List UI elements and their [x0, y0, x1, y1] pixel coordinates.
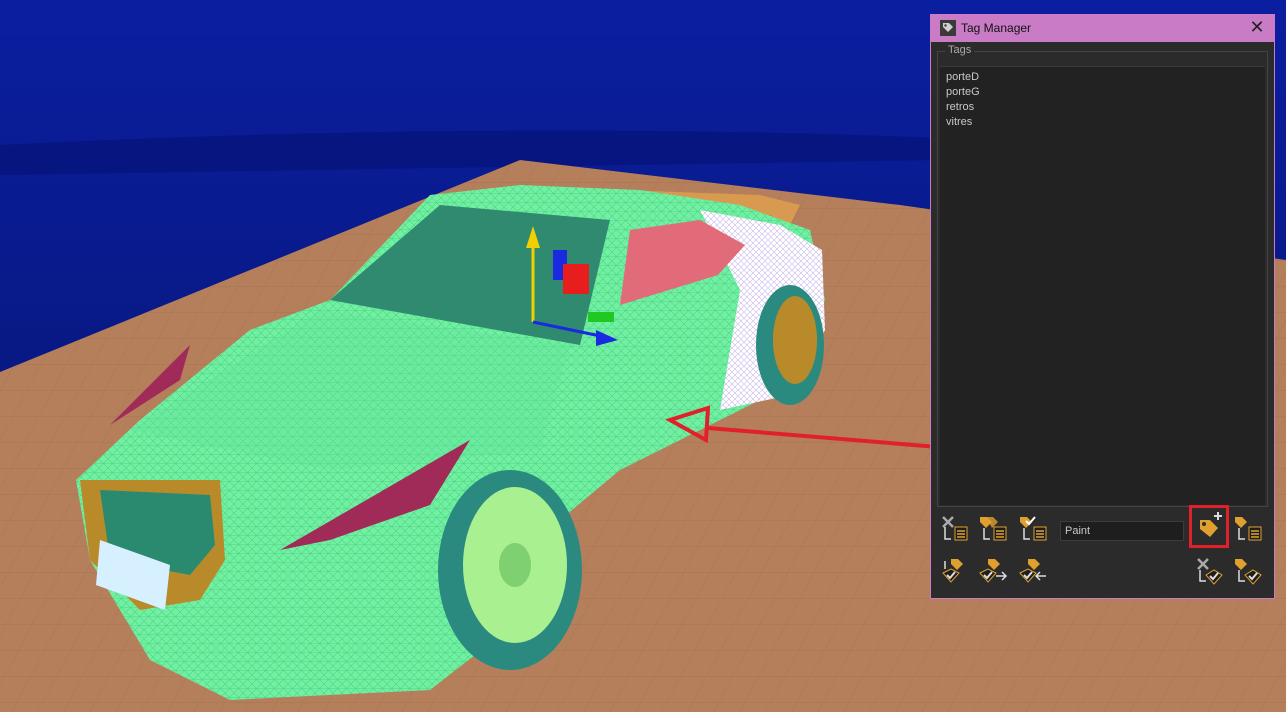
- list-item[interactable]: vitres: [946, 115, 972, 130]
- close-button[interactable]: ✕: [1246, 17, 1268, 39]
- tag-icon: [940, 20, 956, 36]
- tags-list-icon: [980, 517, 1007, 541]
- tags-group: Tags porteD porteG retros vitres: [937, 44, 1268, 507]
- window-title: Tag Manager: [961, 21, 1032, 35]
- list-item[interactable]: retros: [946, 100, 974, 115]
- window-titlebar[interactable]: Tag Manager ✕: [931, 15, 1274, 42]
- tag-arrow-right-icon: [979, 559, 1008, 583]
- tags-group-label: Tags: [945, 44, 975, 56]
- tag-manager-window: Tag Manager ✕ Tags porteD porteG retros …: [930, 14, 1275, 599]
- tag-list-icon: [1235, 517, 1262, 541]
- select-tagged-objects-button[interactable]: [1016, 513, 1050, 545]
- tag-arrow-left-icon: [1019, 559, 1046, 583]
- tag-check-list-icon: [1020, 516, 1047, 541]
- remove-tag-button[interactable]: [1192, 555, 1226, 587]
- tag-move-right-button[interactable]: [976, 555, 1010, 587]
- list-item[interactable]: porteD: [946, 70, 979, 85]
- tag-check-icon: [942, 559, 963, 583]
- assign-tags-button[interactable]: [976, 513, 1010, 545]
- add-tag-icon: [1200, 512, 1222, 537]
- remove-tag-check-icon: [1197, 558, 1223, 585]
- tag-select-button[interactable]: [937, 555, 971, 587]
- list-item[interactable]: porteG: [946, 85, 980, 100]
- tag-list[interactable]: porteD porteG retros vitres: [940, 66, 1265, 505]
- remove-tag-list-icon: [942, 516, 968, 541]
- tag-name-input[interactable]: [1060, 521, 1184, 541]
- create-tag-button[interactable]: [1192, 510, 1226, 542]
- tag-apply-check-icon: [1235, 559, 1262, 585]
- tag-apply-button[interactable]: [1231, 555, 1265, 587]
- remove-tag-from-selection-button[interactable]: [937, 513, 971, 545]
- tag-to-list-button[interactable]: [1231, 513, 1265, 545]
- tag-move-left-button[interactable]: [1016, 555, 1050, 587]
